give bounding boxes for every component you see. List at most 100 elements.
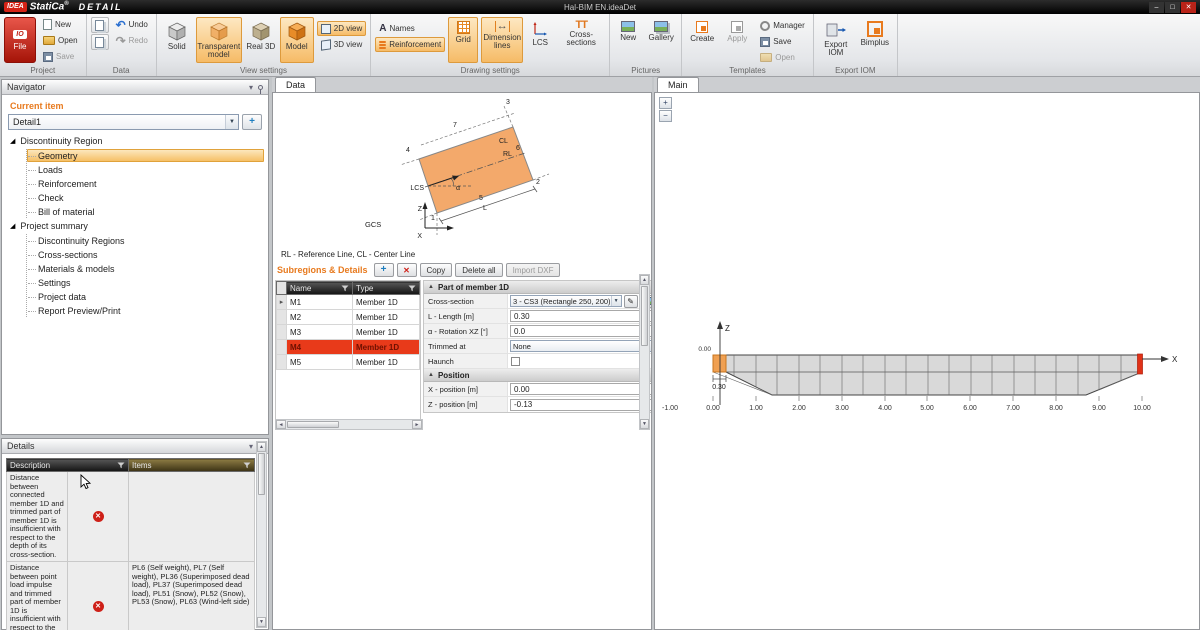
picture-new-button[interactable]: New	[614, 17, 642, 63]
current-item-dropdown[interactable]: Detail1 ▼	[8, 114, 239, 130]
x-position-input[interactable]	[510, 383, 652, 395]
scroll-down-icon[interactable]: ▼	[640, 419, 649, 429]
structure-elevation-canvas[interactable]: Z X 0.00 0.30	[655, 93, 1200, 630]
create-template-button[interactable]: Create	[686, 17, 718, 63]
scroll-up-icon[interactable]: ▲	[640, 275, 649, 285]
names-toggle[interactable]: ANames	[375, 21, 445, 36]
tab-data[interactable]: Data	[275, 77, 316, 92]
name-column-header[interactable]: Name	[287, 282, 353, 295]
paste-data-button[interactable]	[91, 34, 109, 50]
undo-button[interactable]: ↶Undo	[112, 17, 152, 32]
save-button[interactable]: Save	[39, 49, 82, 64]
filter-icon[interactable]	[408, 285, 416, 292]
member-row-m2[interactable]: M2 Member 1D	[277, 310, 420, 325]
3d-view-button[interactable]: 3D view	[317, 37, 366, 52]
filter-icon[interactable]	[117, 462, 125, 469]
scroll-up-icon[interactable]: ▲	[257, 442, 266, 452]
tree-item-geometry[interactable]: Geometry	[27, 149, 264, 162]
2d-view-button[interactable]: 2D view	[317, 21, 366, 36]
solid-button[interactable]: Solid	[161, 17, 193, 63]
scroll-thumb[interactable]	[641, 286, 648, 346]
new-button[interactable]: New	[39, 17, 82, 32]
scroll-down-icon[interactable]: ▼	[257, 617, 266, 627]
close-button[interactable]: ✕	[1181, 2, 1196, 13]
maximize-button[interactable]: □	[1165, 2, 1180, 13]
dimension-lines-button[interactable]: ↔ Dimension lines	[481, 17, 523, 63]
add-subregion-button[interactable]: +	[374, 263, 394, 277]
cross-section-select[interactable]: 3 - CS3 (Rectangle 250, 200) ▼	[510, 295, 622, 307]
type-column-header[interactable]: Type	[353, 282, 420, 295]
transparent-model-button[interactable]: Transparent model	[196, 17, 242, 63]
filter-icon[interactable]	[243, 462, 251, 469]
haunch-checkbox[interactable]	[511, 357, 520, 366]
part-of-member-section[interactable]: ▲ Part of member 1D	[424, 281, 652, 294]
tab-main[interactable]: Main	[657, 77, 699, 92]
scroll-thumb[interactable]	[287, 421, 339, 428]
rotation-input[interactable]	[510, 325, 652, 337]
tree-item-loads[interactable]: Loads	[27, 163, 264, 176]
member-row-m4-selected[interactable]: M4 Member 1D	[277, 340, 420, 355]
lcs-button[interactable]: LCS	[526, 17, 554, 63]
delete-all-button[interactable]: Delete all	[455, 263, 502, 277]
file-button[interactable]: IO File	[4, 17, 36, 63]
template-save-button[interactable]: Save	[756, 34, 809, 49]
details-scrollbar[interactable]: ▲ ▼	[256, 441, 267, 628]
open-button[interactable]: Open	[39, 33, 82, 48]
export-iom-button[interactable]: Export IOM	[818, 17, 854, 63]
member-m4-selected-highlight[interactable]	[1138, 354, 1143, 374]
members-horizontal-scrollbar[interactable]: ◄ ►	[275, 419, 423, 430]
filter-icon[interactable]	[341, 285, 349, 292]
edit-cross-section-button[interactable]: ✎	[624, 295, 638, 308]
items-column-header[interactable]: Items	[129, 459, 255, 472]
zoom-out-button[interactable]: −	[659, 110, 672, 122]
position-section[interactable]: ▲ Position	[424, 369, 652, 382]
tree-section-discontinuity-region[interactable]: ◢ Discontinuity Region	[2, 134, 268, 148]
template-open-button[interactable]: Open	[756, 50, 809, 65]
redo-button[interactable]: ↷Redo	[112, 33, 152, 48]
z-position-input[interactable]	[510, 399, 652, 411]
tree-item-check[interactable]: Check	[27, 191, 264, 204]
tree-item-settings[interactable]: Settings	[27, 276, 264, 289]
tree-item-bill-of-material[interactable]: Bill of material	[27, 205, 264, 218]
description-column-header[interactable]: Description	[7, 459, 129, 472]
main-view[interactable]: + −	[654, 93, 1200, 630]
template-manager-button[interactable]: Manager	[756, 18, 809, 33]
add-detail-button[interactable]: +	[242, 114, 262, 130]
model-button[interactable]: Model	[280, 17, 314, 63]
section-collapse-icon[interactable]: ▲	[428, 372, 434, 378]
copy-subregion-button[interactable]: Copy	[420, 263, 453, 277]
tree-item-discontinuity-regions[interactable]: Discontinuity Regions	[27, 234, 264, 247]
cross-sections-button[interactable]: TT Cross-sections	[557, 17, 605, 63]
bimplus-button[interactable]: Bimplus	[857, 17, 893, 63]
tree-item-report-preview-print[interactable]: Report Preview/Print	[27, 304, 264, 317]
details-collapse-icon[interactable]: ▾	[249, 442, 253, 451]
grid-button[interactable]: Grid	[448, 17, 478, 63]
pin-icon[interactable]	[258, 85, 263, 90]
member-row-m3[interactable]: M3 Member 1D	[277, 325, 420, 340]
tree-item-project-data[interactable]: Project data	[27, 290, 264, 303]
minimize-button[interactable]: –	[1149, 2, 1164, 13]
expander-icon[interactable]: ◢	[10, 137, 15, 145]
navigator-collapse-icon[interactable]: ▾	[249, 83, 253, 92]
scroll-right-icon[interactable]: ►	[412, 420, 422, 429]
trimmed-at-select[interactable]: None ▼	[510, 340, 652, 352]
member-row-m5[interactable]: M5 Member 1D	[277, 355, 420, 370]
scroll-left-icon[interactable]: ◄	[276, 420, 286, 429]
reinforcement-toggle[interactable]: Reinforcement	[375, 37, 445, 52]
tree-item-cross-sections[interactable]: Cross-sections	[27, 248, 264, 261]
member-row-m1[interactable]: ▸ M1 Member 1D	[277, 295, 420, 310]
gallery-button[interactable]: Gallery	[645, 17, 677, 63]
member-m5-highlight[interactable]	[713, 355, 726, 372]
copy-data-button[interactable]	[91, 17, 109, 33]
import-dxf-button[interactable]: Import DXF	[506, 263, 561, 277]
expander-icon[interactable]: ◢	[10, 222, 15, 230]
delete-subregion-button[interactable]: ✕	[397, 263, 417, 277]
apply-template-button[interactable]: Apply	[721, 17, 753, 63]
real-3d-button[interactable]: Real 3D	[245, 17, 277, 63]
zoom-in-button[interactable]: +	[659, 97, 672, 109]
scroll-thumb[interactable]	[258, 453, 265, 495]
properties-vertical-scrollbar[interactable]: ▲ ▼	[639, 274, 650, 430]
tree-item-materials-models[interactable]: Materials & models	[27, 262, 264, 275]
length-input[interactable]	[510, 310, 652, 322]
tree-section-project-summary[interactable]: ◢ Project summary	[2, 219, 268, 233]
